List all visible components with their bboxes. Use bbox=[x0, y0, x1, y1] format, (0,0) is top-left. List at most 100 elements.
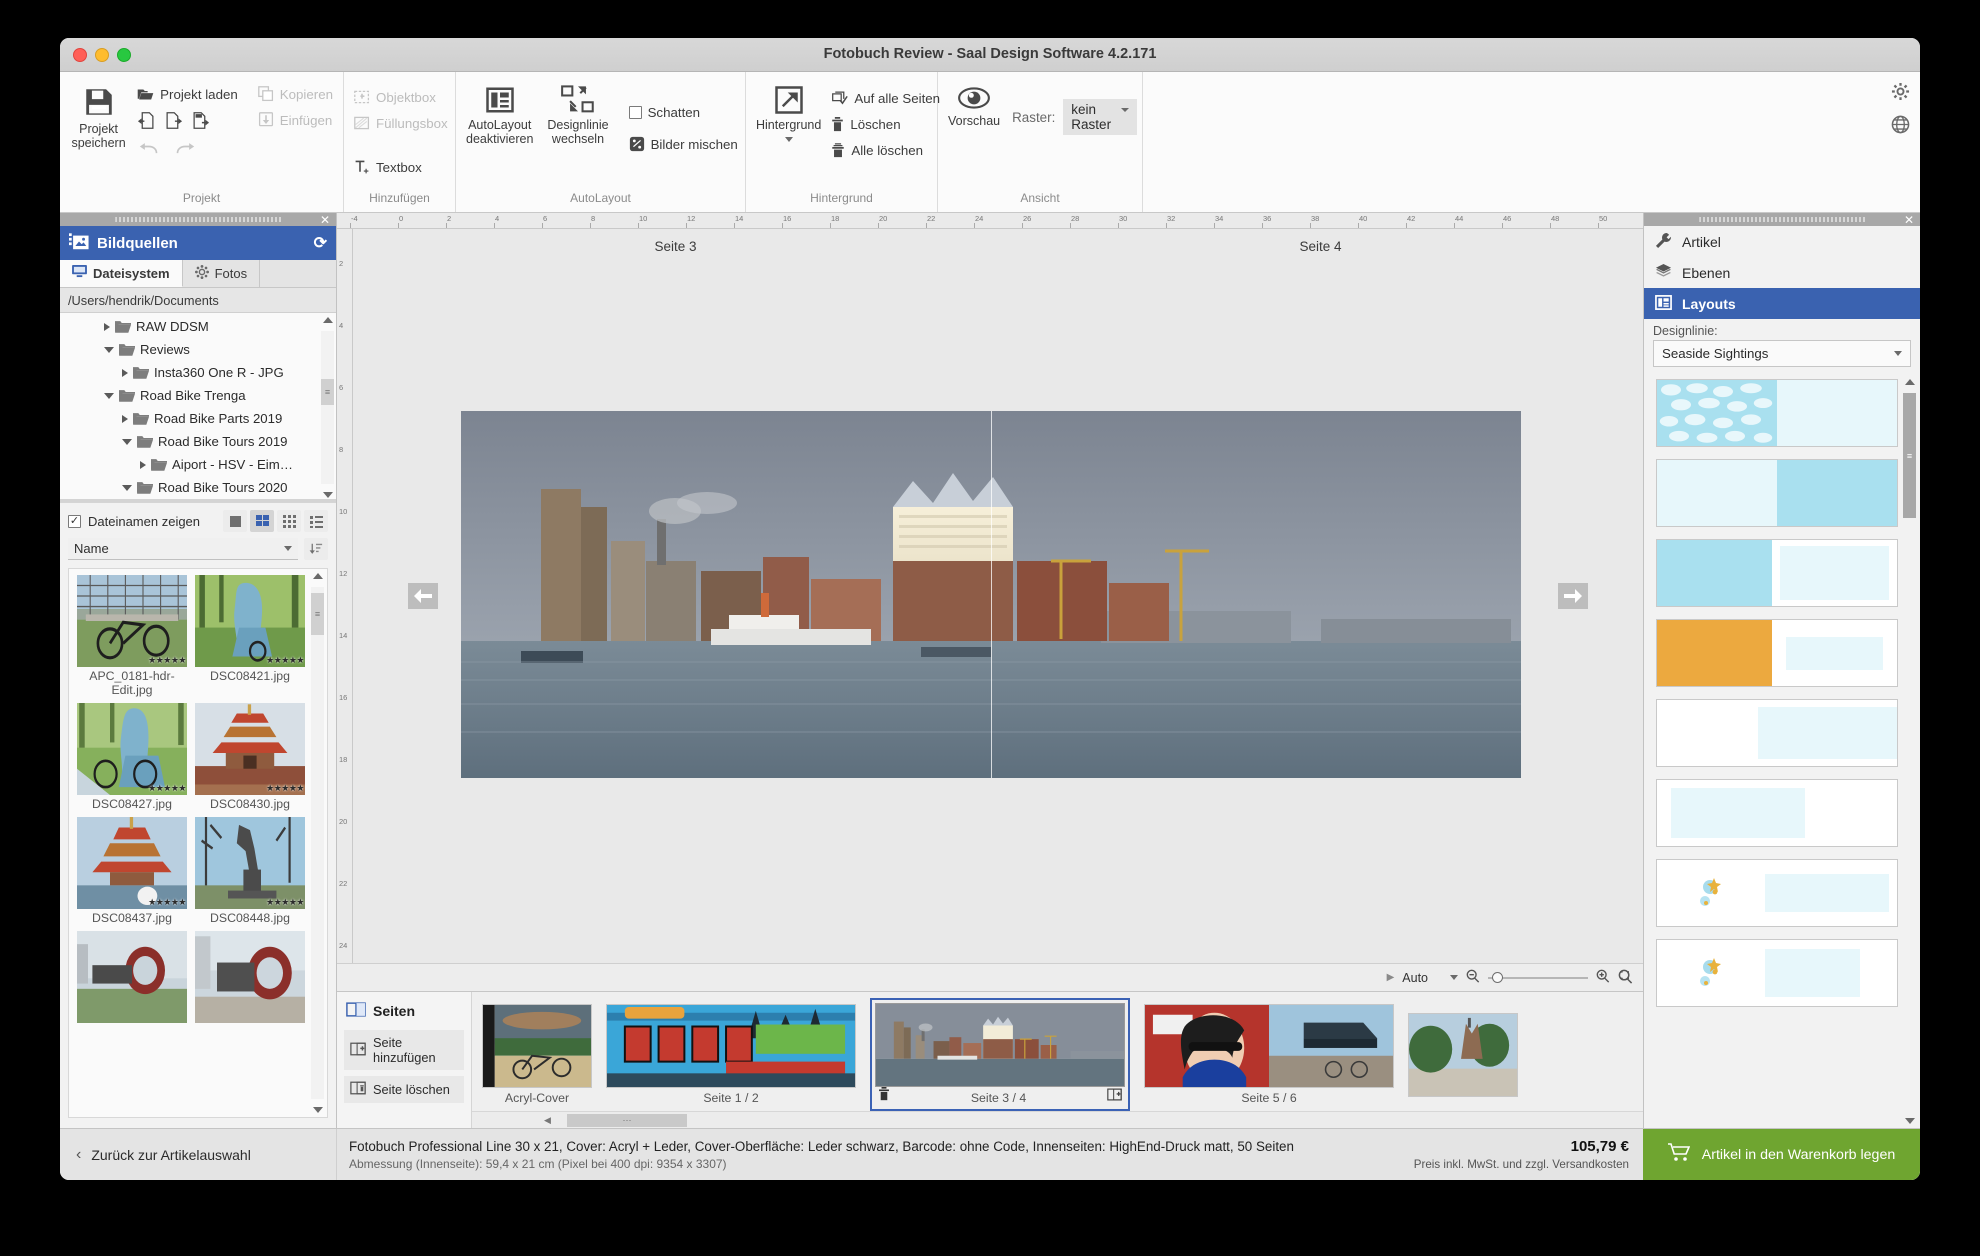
textbox-button[interactable]: Textbox bbox=[354, 154, 448, 180]
copy-button[interactable]: Kopieren bbox=[257, 81, 333, 107]
thumbnail-item[interactable]: ★★★★★ DSC08448.jpg bbox=[195, 817, 305, 925]
fuellungsbox-button[interactable]: Füllungsbox bbox=[354, 110, 448, 136]
layout-option[interactable] bbox=[1656, 539, 1898, 607]
page-canvas[interactable]: Seite 3 Seite 4 bbox=[353, 229, 1643, 963]
page-thumbnail[interactable]: Seite 1 / 2 bbox=[606, 1004, 856, 1105]
layout-option[interactable] bbox=[1656, 859, 1898, 927]
show-filenames-checkbox[interactable]: ✓ bbox=[68, 514, 81, 528]
autolayout-toggle-button[interactable]: AutoLayout deaktivieren bbox=[466, 81, 533, 146]
next-page-arrow[interactable] bbox=[1558, 583, 1588, 609]
loeschen-button[interactable]: Löschen bbox=[831, 111, 940, 137]
page-thumbnail[interactable]: Seite 5 / 6 bbox=[1144, 1004, 1394, 1105]
page-thumbnail-selected[interactable]: Seite 3 / 4 bbox=[870, 998, 1130, 1111]
tree-item[interactable]: Road Bike Parts 2019 bbox=[60, 407, 336, 430]
paste-button[interactable]: Einfügen bbox=[258, 107, 333, 133]
tree-item[interactable]: Insta360 One R - JPG bbox=[60, 361, 336, 384]
tree-item[interactable]: Road Bike Trenga bbox=[60, 384, 336, 407]
pages-horizontal-scrollbar[interactable]: ◀ ⋯ bbox=[472, 1111, 1643, 1128]
save-project-button[interactable]: Projekt speichern bbox=[70, 81, 127, 150]
thumbnail-item[interactable]: ★★★★★ DSC08421.jpg bbox=[195, 575, 305, 697]
chevron-down-icon[interactable] bbox=[104, 392, 114, 399]
view-list-icon[interactable] bbox=[304, 510, 328, 532]
layout-option[interactable] bbox=[1656, 619, 1898, 687]
rnav-artikel[interactable]: Artikel bbox=[1644, 226, 1920, 257]
page-spread-image[interactable] bbox=[461, 411, 1521, 778]
chevron-right-icon[interactable] bbox=[140, 460, 146, 469]
auf-alle-seiten-button[interactable]: Auf alle Seiten bbox=[831, 85, 940, 111]
scroll-up-icon[interactable] bbox=[313, 573, 323, 579]
thumbnail-item[interactable]: ★★★★★ DSC08430.jpg bbox=[195, 703, 305, 811]
tree-item[interactable]: Road Bike Tours 2019 bbox=[60, 430, 336, 453]
import-icon[interactable] bbox=[138, 111, 155, 130]
sort-direction-button[interactable] bbox=[304, 538, 328, 560]
tree-scroll-thumb[interactable]: ≡ bbox=[321, 379, 334, 405]
export-icon[interactable] bbox=[165, 111, 183, 130]
tree-scrollbar[interactable]: ≡ bbox=[321, 317, 334, 498]
view-single-icon[interactable] bbox=[223, 510, 247, 532]
zoom-slider[interactable] bbox=[1488, 971, 1588, 983]
zoom-slider-knob[interactable] bbox=[1492, 971, 1503, 983]
close-icon[interactable]: ✕ bbox=[1904, 213, 1914, 227]
raster-select[interactable]: kein Raster bbox=[1063, 99, 1138, 135]
objektbox-button[interactable]: Objektbox bbox=[354, 84, 448, 110]
scroll-up-icon[interactable] bbox=[1905, 379, 1915, 385]
designline-select[interactable]: Seaside Sightings bbox=[1653, 340, 1911, 367]
thumbnail-item[interactable]: ★★★★★ DSC08437.jpg bbox=[77, 817, 187, 925]
scroll-left-icon[interactable]: ◀ bbox=[544, 1115, 551, 1126]
load-project-button[interactable]: Projekt laden bbox=[137, 81, 238, 107]
bilder-mischen-button[interactable]: Bilder mischen bbox=[629, 131, 738, 157]
rnav-layouts[interactable]: Layouts bbox=[1644, 288, 1920, 319]
add-page-icon[interactable] bbox=[1107, 1088, 1122, 1106]
tree-item[interactable]: Road Bike Tours 2020 bbox=[60, 476, 336, 499]
thumbnail-item[interactable]: ★★★★★ APC_0181-hdr-Edit.jpg bbox=[77, 575, 187, 697]
alle-loeschen-button[interactable]: Alle löschen bbox=[831, 137, 940, 163]
undo-icon[interactable] bbox=[139, 142, 159, 156]
scroll-up-icon[interactable] bbox=[323, 317, 333, 323]
layout-option[interactable] bbox=[1656, 459, 1898, 527]
sort-select[interactable]: Name bbox=[68, 538, 298, 560]
pages-scroll-thumb[interactable]: ⋯ bbox=[567, 1114, 687, 1127]
thumbnail-item[interactable] bbox=[195, 931, 305, 1023]
settings-gear-icon[interactable] bbox=[1891, 82, 1910, 101]
add-page-button[interactable]: Seite hinzufügen bbox=[344, 1030, 464, 1070]
tree-item[interactable]: Reviews bbox=[60, 338, 336, 361]
chevron-down-icon[interactable] bbox=[104, 346, 114, 353]
page-thumbnail[interactable] bbox=[1408, 1012, 1518, 1097]
back-to-article-selection-button[interactable]: ‹ Zurück zur Artikelauswahl bbox=[60, 1129, 337, 1180]
chevron-down-icon[interactable] bbox=[122, 438, 132, 445]
view-grid-large-icon[interactable] bbox=[250, 510, 274, 532]
layouts-scroll-thumb[interactable]: ≡ bbox=[1903, 393, 1916, 518]
chevron-right-icon[interactable] bbox=[104, 322, 110, 331]
chevron-right-icon[interactable] bbox=[122, 368, 128, 377]
thumbs-scroll-thumb[interactable]: ≡ bbox=[311, 593, 324, 635]
redo-icon[interactable] bbox=[175, 142, 195, 156]
scroll-down-icon[interactable] bbox=[323, 492, 333, 498]
rnav-ebenen[interactable]: Ebenen bbox=[1644, 257, 1920, 288]
hintergrund-button[interactable]: Hintergrund bbox=[756, 81, 821, 142]
scroll-down-icon[interactable] bbox=[1905, 1118, 1915, 1124]
layout-option[interactable] bbox=[1656, 699, 1898, 767]
delete-page-icon[interactable] bbox=[878, 1087, 890, 1106]
chevron-down-icon[interactable] bbox=[784, 137, 793, 142]
panel-drag-handle[interactable]: ✕ bbox=[60, 213, 336, 227]
chevron-down-icon[interactable] bbox=[122, 484, 132, 491]
view-grid-small-icon[interactable] bbox=[277, 510, 301, 532]
delete-page-button[interactable]: Seite löschen bbox=[344, 1076, 464, 1103]
tab-fotos[interactable]: Fotos bbox=[183, 260, 261, 287]
refresh-icon[interactable]: ⟳ bbox=[314, 233, 327, 253]
previous-page-arrow[interactable] bbox=[408, 583, 438, 609]
chevron-right-icon[interactable] bbox=[122, 414, 128, 423]
zoom-fit-icon[interactable] bbox=[1618, 969, 1633, 987]
zoom-out-icon[interactable] bbox=[1466, 969, 1480, 986]
panel-drag-handle[interactable]: ✕ bbox=[1644, 213, 1920, 227]
page-thumbnail[interactable]: Acryl-Cover bbox=[482, 1004, 592, 1105]
thumbnail-item[interactable] bbox=[77, 931, 187, 1023]
tab-dateisystem[interactable]: Dateisystem bbox=[60, 260, 183, 287]
schatten-checkbox[interactable]: Schatten bbox=[628, 99, 738, 125]
tree-item[interactable]: RAW DDSM bbox=[60, 315, 336, 338]
layout-option[interactable] bbox=[1656, 779, 1898, 847]
vorschau-button[interactable]: Vorschau bbox=[948, 81, 1000, 128]
tree-item[interactable]: JPG bbox=[60, 499, 336, 502]
add-to-cart-button[interactable]: Artikel in den Warenkorb legen bbox=[1643, 1129, 1920, 1180]
designlinie-switch-button[interactable]: Designlinie wechseln bbox=[547, 81, 609, 146]
